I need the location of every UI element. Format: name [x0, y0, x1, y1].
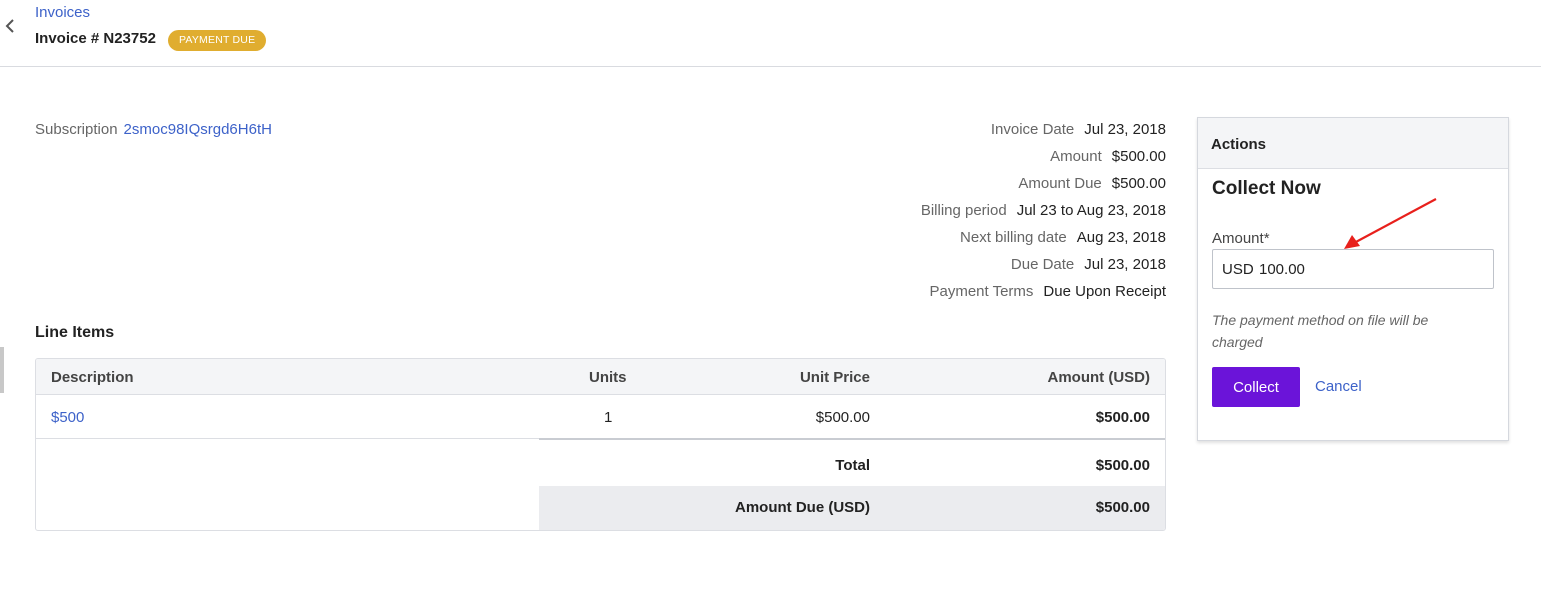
page-title: Invoice # N23752 — [35, 30, 156, 47]
red-arrow-icon — [1344, 198, 1437, 249]
meta-row-next-billing-date: Next billing date Aug 23, 2018 — [921, 228, 1166, 255]
meta-value: Jul 23 to Aug 23, 2018 — [1016, 202, 1166, 219]
meta-value: Aug 23, 2018 — [1076, 229, 1166, 246]
column-header-unit-price: Unit Price — [799, 369, 870, 386]
meta-label: Billing period — [920, 202, 1007, 219]
meta-label: Amount — [1050, 148, 1102, 165]
invoice-meta: Invoice Date Jul 23, 2018 Amount $500.00 A… — [921, 120, 1166, 309]
collect-button[interactable]: Collect — [1212, 367, 1300, 407]
line-items-table: Description Units Unit Price Amount (USD… — [35, 358, 1166, 531]
line-item-units: 1 — [604, 409, 613, 426]
actions-panel-header: Actions — [1198, 118, 1508, 169]
left-resize-handle[interactable] — [0, 347, 4, 393]
meta-value: $500.00 — [1111, 148, 1166, 165]
meta-value: Jul 23, 2018 — [1084, 121, 1166, 138]
actions-panel: Actions Collect Now Amount* USD The paym… — [1197, 117, 1509, 441]
collect-now-title: Collect Now — [1212, 178, 1321, 199]
page-header: Invoices Invoice # N23752 PAYMENT DUE — [0, 0, 1541, 67]
cancel-link[interactable]: Cancel — [1315, 378, 1362, 395]
meta-row-amount-due: Amount Due $500.00 — [921, 174, 1166, 201]
meta-label: Invoice Date — [990, 121, 1075, 138]
meta-label: Payment Terms — [929, 283, 1034, 300]
payment-method-note: The payment method on file will be charg… — [1212, 312, 1429, 350]
amount-input[interactable] — [1259, 258, 1459, 280]
amount-due-value: $500.00 — [1095, 499, 1150, 516]
column-header-units: Units — [589, 369, 627, 386]
total-label: Total — [835, 457, 870, 474]
meta-row-amount: Amount $500.00 — [921, 147, 1166, 174]
breadcrumb-invoices[interactable]: Invoices — [35, 4, 90, 21]
currency-prefix: USD — [1222, 261, 1254, 278]
meta-value: Jul 23, 2018 — [1084, 256, 1166, 273]
amount-field[interactable]: USD — [1212, 249, 1494, 289]
total-row: Total $500.00 — [539, 440, 1165, 486]
meta-row-payment-terms: Payment Terms Due Upon Receipt — [921, 282, 1166, 309]
meta-label: Due Date — [1010, 256, 1075, 273]
amount-due-label: Amount Due (USD) — [735, 499, 870, 516]
meta-value: $500.00 — [1111, 175, 1166, 192]
meta-label: Next billing date — [960, 229, 1067, 246]
meta-row-invoice-date: Invoice Date Jul 23, 2018 — [921, 120, 1166, 147]
actions-panel-title: Actions — [1211, 136, 1267, 153]
meta-row-billing-period: Billing period Jul 23 to Aug 23, 2018 — [921, 201, 1166, 228]
meta-value: Due Upon Receipt — [1043, 283, 1166, 300]
line-item-amount: $500.00 — [1095, 409, 1150, 426]
meta-row-due-date: Due Date Jul 23, 2018 — [921, 255, 1166, 282]
status-badge: PAYMENT DUE — [168, 30, 267, 51]
subscription-info: Subscription 2smoc98IQsrgd6H6tH — [35, 121, 272, 138]
row-divider — [36, 438, 539, 439]
meta-label: Amount Due — [1018, 175, 1102, 192]
subscription-label: Subscription — [35, 121, 118, 138]
line-item-unit-price: $500.00 — [815, 409, 870, 426]
subscription-link[interactable]: 2smoc98IQsrgd6H6tH — [124, 121, 272, 138]
line-item-description-link[interactable]: $500 — [51, 408, 84, 428]
column-header-description: Description — [51, 369, 134, 386]
table-header: Description Units Unit Price Amount (USD… — [36, 359, 1165, 395]
amount-label: Amount* — [1212, 230, 1270, 247]
total-value: $500.00 — [1095, 457, 1150, 474]
table-row: $500 1 $500.00 $500.00 — [36, 395, 1165, 439]
line-items-title: Line Items — [35, 324, 115, 341]
chevron-left-icon[interactable] — [3, 17, 17, 35]
column-header-amount: Amount (USD) — [1047, 369, 1150, 386]
amount-due-row: Amount Due (USD) $500.00 — [539, 486, 1165, 530]
